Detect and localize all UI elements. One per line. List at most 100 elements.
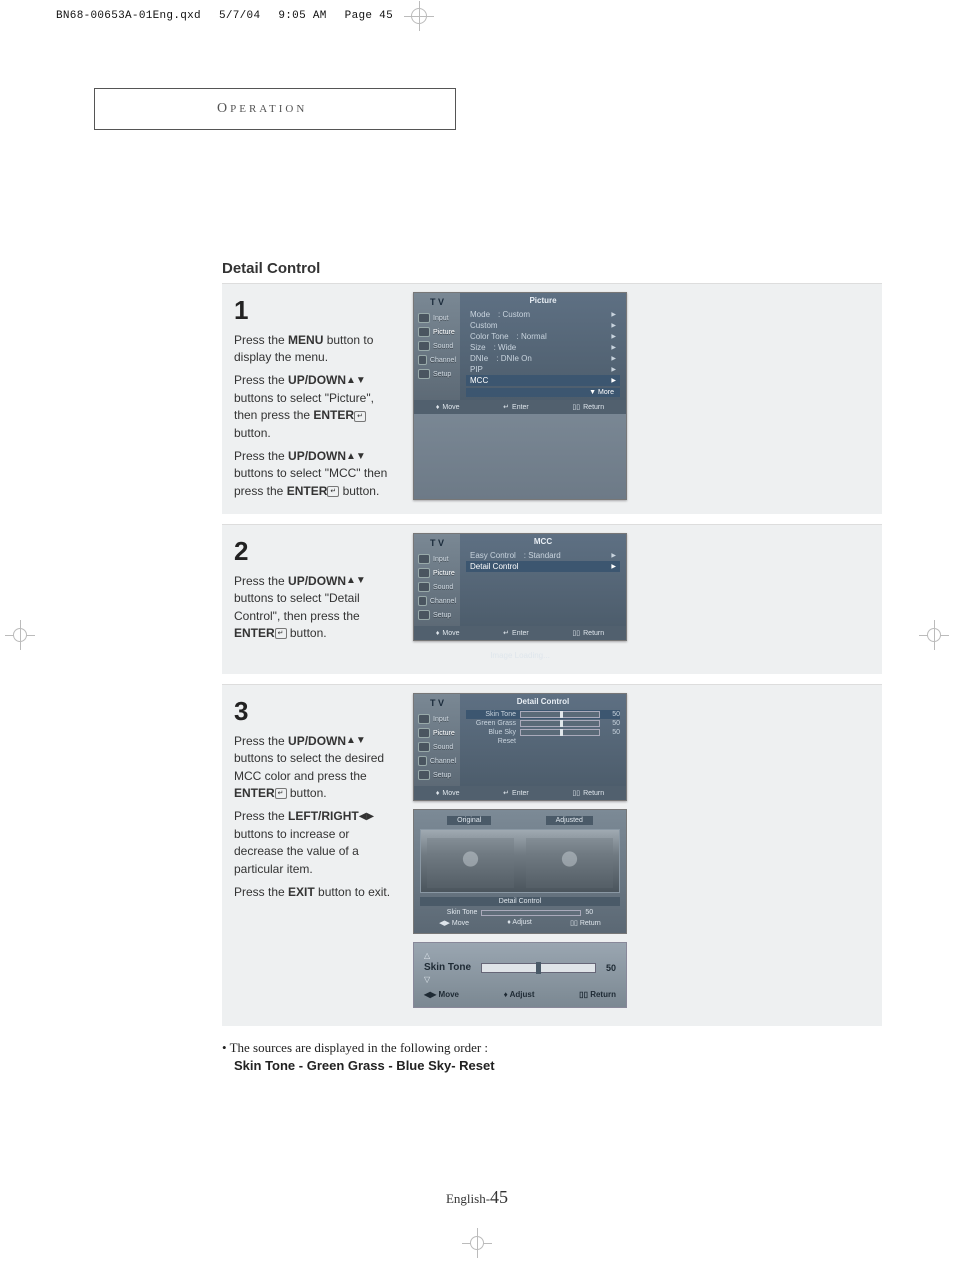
osd-row: Mode: Custom▶ xyxy=(466,309,620,320)
osd-footer: ♦Move ↵Enter ▯▯Return xyxy=(414,786,626,800)
slider-skin-tone: Skin Tone50 xyxy=(466,710,620,719)
footer-return: ▯▯ Return xyxy=(579,990,616,999)
crop-mark-left xyxy=(5,620,35,650)
osd-nav-sound: Sound xyxy=(416,339,458,353)
osd-nav-channel: Channel xyxy=(416,594,458,608)
osd-nav-setup: Setup xyxy=(416,608,458,622)
osd-tv-label: T V xyxy=(416,297,458,307)
big-slider-label: Skin Tone xyxy=(424,962,471,973)
osd-picture-menu: T V Input Picture Sound Channel Setup Pi… xyxy=(413,292,627,500)
print-meta-time: 9:05 AM xyxy=(278,10,326,22)
print-meta-page: Page 45 xyxy=(345,10,393,22)
crop-mark-right xyxy=(919,620,949,650)
osd-row: Custom▶ xyxy=(466,320,620,331)
big-slider-panel: △ Skin Tone 50 ▽ ◀▶ Move ♦ Adjust ▯▯ Ret… xyxy=(413,942,627,1008)
osd-nav-input: Input xyxy=(416,552,458,566)
osd-row-selected: MCC▶ xyxy=(466,375,620,386)
step-1-text: 1 Press the MENU button to display the m… xyxy=(234,292,399,500)
label-original: Original xyxy=(447,816,491,825)
leftright-arrows-icon: ◀▶ xyxy=(359,810,374,825)
image-original xyxy=(421,830,520,892)
footnote-order: Skin Tone - Green Grass - Blue Sky- Rese… xyxy=(234,1058,882,1073)
comparison-footer: ◀▶ Move ♦ Adjust ▯▯ Return xyxy=(420,919,620,927)
footer-adjust: ♦ Adjust xyxy=(504,990,535,999)
content: Detail Control 1 Press the MENU button t… xyxy=(222,260,882,1073)
step-2: 2 Press the UP/DOWN▲▼ buttons to select … xyxy=(222,524,882,674)
osd-nav-input: Input xyxy=(416,712,458,726)
return-icon: ▯▯ xyxy=(572,403,580,411)
chevron-up-icon: △ xyxy=(424,951,616,960)
footer-move: ◀▶ Move xyxy=(424,990,459,999)
step-3: 3 Press the UP/DOWN▲▼ buttons to select … xyxy=(222,684,882,1026)
slider-blue-sky: Blue Sky50 xyxy=(466,728,620,737)
osd-nav-channel: Channel xyxy=(416,353,458,367)
osd-footer: ♦Move ↵Enter ▯▯Return xyxy=(414,626,626,640)
comparison-images xyxy=(420,829,620,893)
osd-tv-label: T V xyxy=(416,698,458,708)
osd-row-selected: Detail Control▶ xyxy=(466,561,620,572)
registration-mark-icon xyxy=(411,8,427,24)
big-slider-value: 50 xyxy=(606,963,616,973)
updown-arrows-icon: ▲▼ xyxy=(346,734,366,749)
page-number: English-45 xyxy=(0,1187,954,1208)
enter-icon: ↵ xyxy=(275,628,287,639)
enter-icon: ↵ xyxy=(354,411,366,422)
osd-nav-sound: Sound xyxy=(416,740,458,754)
chevron-down-icon: ▽ xyxy=(424,975,616,984)
osd-row: PIP▶ xyxy=(466,364,620,375)
footnote: • The sources are displayed in the follo… xyxy=(222,1040,882,1073)
step-3-number: 3 xyxy=(234,693,399,731)
osd-footer: ♦Move ↵Enter ▯▯Return xyxy=(414,400,626,414)
updown-arrows-icon: ▲▼ xyxy=(346,574,366,589)
osd-tv-label: T V xyxy=(416,538,458,548)
comparison-mini-slider: Skin Tone 50 xyxy=(420,909,620,916)
updown-icon: ♦ xyxy=(436,404,440,411)
print-meta: BN68-00653A-01Eng.qxd 5/7/04 9:05 AM Pag… xyxy=(56,8,427,24)
osd-row: Size: Wide▶ xyxy=(466,342,620,353)
crop-mark-bottom xyxy=(462,1228,492,1258)
osd-title: Picture xyxy=(466,296,620,305)
osd-row: Color Tone: Normal▶ xyxy=(466,331,620,342)
image-adjusted xyxy=(520,830,619,892)
slider-reset: Reset xyxy=(466,737,620,746)
osd-nav-channel: Channel xyxy=(416,754,458,768)
osd-nav-picture: Picture xyxy=(416,566,458,580)
osd-nav-picture: Picture xyxy=(416,325,458,339)
print-meta-date: 5/7/04 xyxy=(219,10,260,22)
osd-row: Easy Control: Standard▶ xyxy=(466,550,620,561)
updown-icon: ♦ xyxy=(436,790,440,797)
osd-title: Detail Control xyxy=(466,697,620,706)
updown-arrows-icon: ▲▼ xyxy=(346,374,366,389)
osd-nav-input: Input xyxy=(416,311,458,325)
updown-icon: ♦ xyxy=(436,630,440,637)
print-meta-filename: BN68-00653A-01Eng.qxd xyxy=(56,10,201,22)
label-adjusted: Adjusted xyxy=(546,816,593,825)
step-2-text: 2 Press the UP/DOWN▲▼ buttons to select … xyxy=(234,533,399,660)
osd-detail-control-menu: T V Input Picture Sound Channel Setup De… xyxy=(413,693,627,801)
updown-arrows-icon: ▲▼ xyxy=(346,450,366,465)
enter-icon: ↵ xyxy=(327,486,339,497)
comparison-preview: Original Adjusted Detail Control Skin To… xyxy=(413,809,627,934)
step-1: 1 Press the MENU button to display the m… xyxy=(222,283,882,514)
step-2-number: 2 xyxy=(234,533,399,571)
osd-mcc-menu: T V Input Picture Sound Channel Setup MC… xyxy=(413,533,627,641)
osd-nav-sound: Sound xyxy=(416,580,458,594)
enter-icon: ↵ xyxy=(503,629,509,637)
step-3-text: 3 Press the UP/DOWN▲▼ buttons to select … xyxy=(234,693,399,1008)
osd-title: MCC xyxy=(466,537,620,546)
return-icon: ▯▯ xyxy=(572,789,580,797)
osd-row: DNIe: DNIe On▶ xyxy=(466,353,620,364)
section-header: OPERATION xyxy=(94,88,456,130)
big-slider-track[interactable] xyxy=(481,963,596,973)
osd-nav-setup: Setup xyxy=(416,768,458,782)
enter-icon: ↵ xyxy=(503,789,509,797)
osd-nav-picture: Picture xyxy=(416,726,458,740)
osd-more: ▼ More xyxy=(466,388,620,397)
image-loading-text: Image Loading... xyxy=(413,651,627,660)
slider-green-grass: Green Grass50 xyxy=(466,719,620,728)
section-header-text: OPERATION xyxy=(217,101,307,117)
footnote-line1: • The sources are displayed in the follo… xyxy=(222,1040,488,1055)
subtitle: Detail Control xyxy=(222,260,882,277)
enter-icon: ↵ xyxy=(275,788,287,799)
comparison-subtitle: Detail Control xyxy=(420,897,620,906)
